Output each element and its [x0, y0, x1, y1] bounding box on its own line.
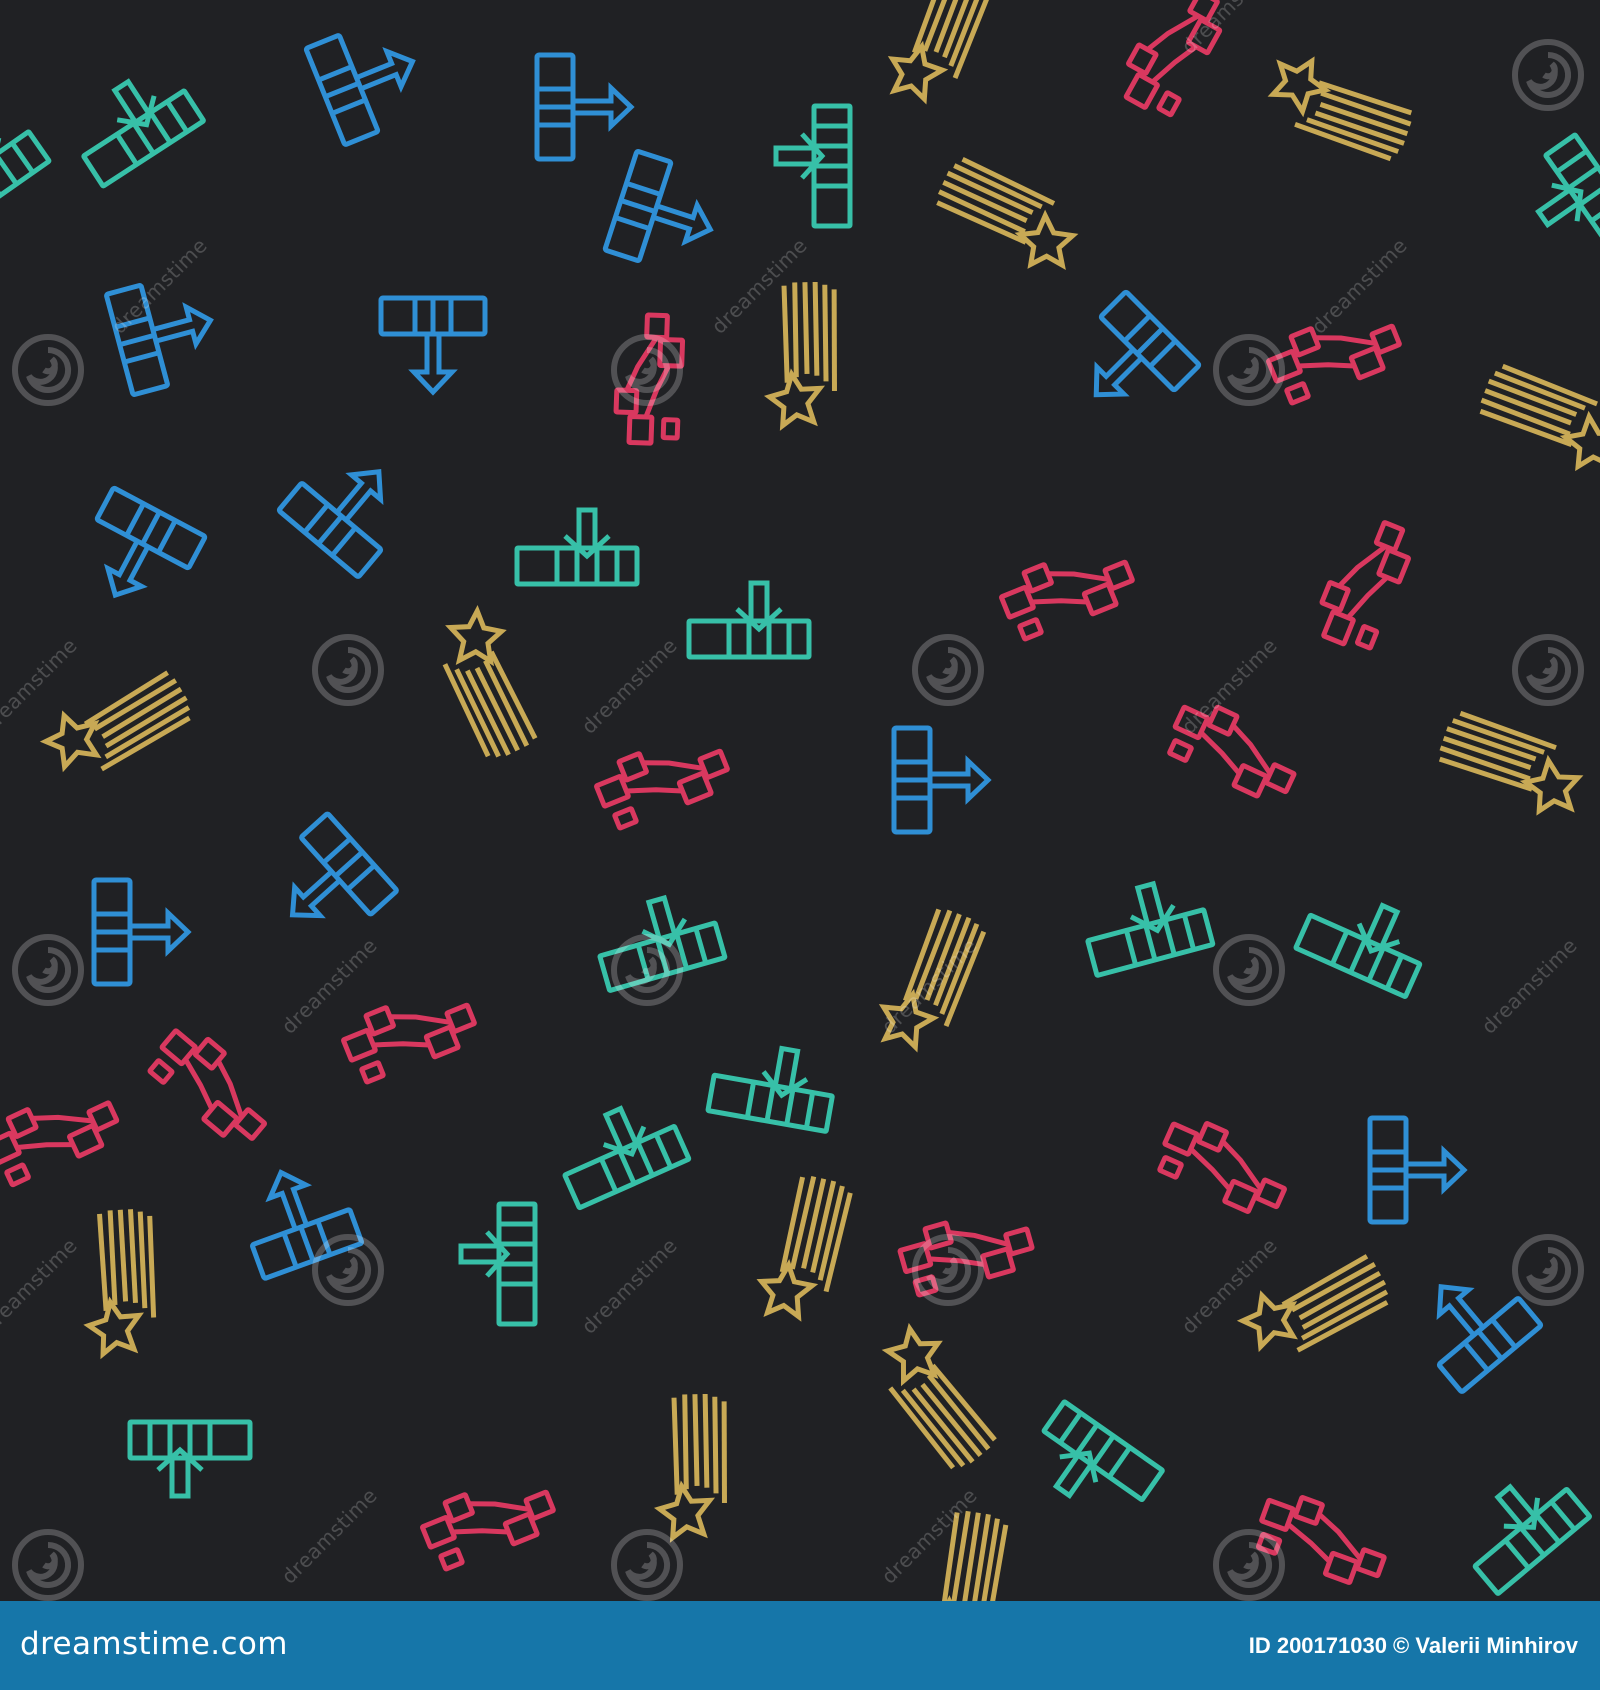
- connected-blocks-icon: [0, 1077, 124, 1189]
- column-arrow-icon: [1296, 880, 1436, 996]
- spiral-logo-icon: [1216, 1532, 1282, 1598]
- pattern-svg: dreamstime dreamstime dreamstime dreamst…: [0, 0, 1600, 1601]
- watermark-text: dreamstime: [1177, 633, 1282, 738]
- spiral-logo-icon: [15, 937, 81, 1003]
- sliders-arrow-icon: [94, 880, 188, 984]
- connected-blocks-icon: [144, 1020, 283, 1151]
- spiral-logo-icon: [915, 1237, 981, 1303]
- sliders-arrow-icon: [279, 438, 419, 577]
- shooting-star-icon: [650, 1389, 742, 1546]
- connected-blocks-icon: [591, 725, 734, 832]
- sliders-arrow-icon: [537, 55, 631, 159]
- connected-blocks-icon: [338, 979, 481, 1086]
- shooting-star-icon: [875, 0, 1011, 115]
- watermark-text: dreamstime: [1307, 233, 1412, 338]
- stock-image-footer: dreamstime.com ID 200171030 © Valerii Mi…: [0, 1601, 1600, 1690]
- watermark-text: dreamstime: [0, 1233, 82, 1338]
- sliders-arrow-icon: [1370, 1118, 1464, 1222]
- spiral-logo-icon: [614, 1532, 680, 1598]
- column-arrow-icon: [689, 583, 809, 657]
- column-arrow-icon: [517, 510, 637, 584]
- shooting-star-icon: [930, 142, 1089, 283]
- shooting-star-icon: [80, 1205, 168, 1360]
- stock-image-page: dreamstime dreamstime dreamstime dreamst…: [0, 0, 1600, 1690]
- watermark-layer: dreamstime dreamstime dreamstime dreamst…: [0, 0, 1582, 1598]
- watermark-text: dreamstime: [1177, 1233, 1282, 1338]
- spiral-logo-icon: [614, 337, 680, 403]
- spiral-logo-icon: [1515, 42, 1581, 108]
- column-arrow-icon: [549, 1092, 689, 1208]
- column-arrow-icon: [130, 1422, 250, 1496]
- shooting-star-icon: [1473, 349, 1600, 485]
- column-arrow-icon: [63, 59, 204, 186]
- sliders-arrow-icon: [1401, 1253, 1541, 1392]
- connected-blocks-icon: [996, 536, 1139, 643]
- column-arrow-icon: [1078, 873, 1213, 976]
- shooting-star-icon: [38, 670, 199, 784]
- image-id-credit: ID 200171030 © Valerii Minhirov: [1248, 1633, 1578, 1658]
- shooting-star-icon: [746, 1169, 868, 1331]
- sliders-arrow-icon: [1059, 292, 1199, 432]
- seamless-pattern-canvas: dreamstime dreamstime dreamstime dreamst…: [0, 0, 1600, 1601]
- shooting-star-icon: [1432, 696, 1593, 828]
- watermark-text: dreamstime: [1477, 933, 1582, 1038]
- column-arrow-icon: [461, 1204, 535, 1324]
- spiral-logo-icon: [315, 637, 381, 703]
- watermark-text: dreamstime: [577, 1233, 682, 1338]
- column-arrow-icon: [0, 100, 49, 229]
- spiral-logo-icon: [614, 937, 680, 1003]
- sliders-arrow-icon: [605, 151, 727, 279]
- connected-blocks-icon: [1153, 1111, 1296, 1222]
- shooting-star-icon: [760, 277, 852, 434]
- watermark-text: dreamstime: [577, 633, 682, 738]
- column-arrow-icon: [708, 1038, 839, 1132]
- shooting-star-icon: [1258, 44, 1419, 176]
- watermark-text: dreamstime: [107, 233, 212, 338]
- shooting-star-icon: [870, 1318, 999, 1480]
- sliders-arrow-icon: [306, 13, 432, 145]
- column-arrow-icon: [1022, 1402, 1163, 1531]
- dreamstime-brand-label: dreamstime.com: [20, 1626, 288, 1662]
- spiral-logo-icon: [915, 637, 981, 703]
- connected-blocks-icon: [417, 1466, 560, 1573]
- sliders-arrow-icon: [381, 298, 485, 392]
- column-arrow-icon: [1514, 135, 1600, 276]
- sliders-arrow-icon: [258, 813, 397, 953]
- spiral-logo-icon: [1515, 637, 1581, 703]
- shooting-star-icon: [434, 605, 538, 765]
- spiral-logo-icon: [15, 337, 81, 403]
- sliders-arrow-icon: [232, 1155, 362, 1279]
- sliders-arrow-icon: [894, 728, 988, 832]
- spiral-logo-icon: [1515, 1237, 1581, 1303]
- column-arrow-icon: [1450, 1460, 1589, 1594]
- sliders-arrow-icon: [69, 488, 205, 620]
- column-arrow-icon: [776, 106, 850, 226]
- connected-blocks-icon: [1310, 512, 1417, 655]
- spiral-logo-icon: [1216, 937, 1282, 1003]
- spiral-logo-icon: [15, 1532, 81, 1598]
- watermark-text: dreamstime: [277, 1483, 382, 1588]
- connected-blocks-icon: [1163, 694, 1306, 806]
